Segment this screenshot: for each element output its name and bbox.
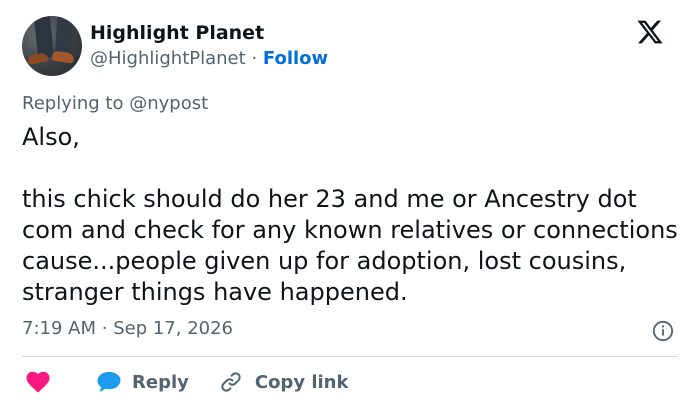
reply-label: Reply (132, 371, 189, 393)
tweet-date[interactable]: Sep 17, 2026 (113, 318, 233, 339)
avatar-photo-shoe (51, 50, 75, 64)
avatar-photo-leg (33, 16, 55, 59)
replying-prefix: Replying to (22, 93, 124, 114)
tweet-text-body: this chick should do her 23 and me or An… (22, 185, 678, 306)
action-bar: Reply Copy link (22, 368, 348, 396)
link-icon (221, 372, 241, 392)
replying-mention[interactable]: @nypost (129, 93, 208, 114)
author-handle[interactable]: @HighlightPlanet (90, 48, 246, 69)
info-icon[interactable] (652, 320, 674, 342)
divider (22, 356, 678, 357)
speech-bubble-icon (97, 372, 121, 392)
follow-button[interactable]: Follow (263, 48, 328, 69)
handle-separator: · (251, 48, 258, 69)
x-logo-icon[interactable] (636, 18, 664, 46)
tweet-timestamp[interactable]: 7:19 AM · Sep 17, 2026 (22, 318, 233, 339)
copy-link-label: Copy link (254, 371, 349, 393)
tweet-text: Also, this chick should do her 23 and me… (22, 122, 682, 308)
author-display-name[interactable]: Highlight Planet (90, 22, 264, 44)
timestamp-separator: · (101, 318, 108, 339)
like-button[interactable] (22, 371, 50, 393)
tweet-text-line: Also, (22, 123, 80, 151)
avatar[interactable] (22, 16, 82, 76)
author-handle-row: @HighlightPlanet · Follow (90, 48, 328, 69)
avatar-photo-shoe (27, 52, 49, 65)
copy-link-button[interactable]: Copy link (219, 370, 349, 394)
heart-icon[interactable] (26, 371, 50, 393)
replying-to: Replying to @nypost (22, 93, 208, 114)
tweet-time[interactable]: 7:19 AM (22, 318, 96, 339)
reply-button[interactable]: Reply (96, 371, 189, 393)
tweet-text-gap (22, 153, 682, 184)
